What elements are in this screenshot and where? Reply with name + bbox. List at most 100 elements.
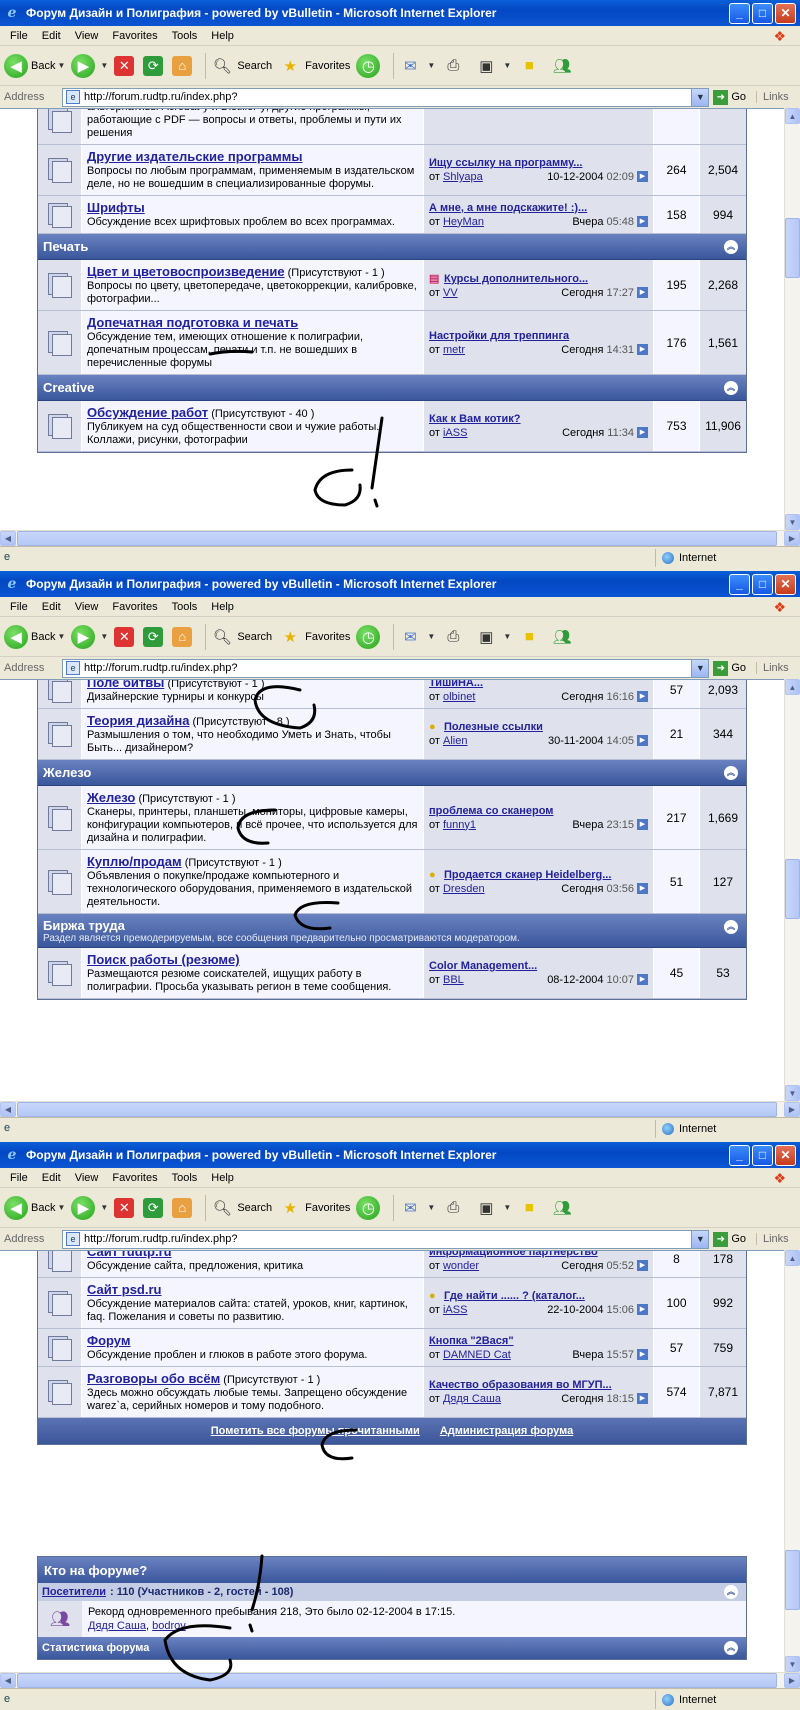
home-button[interactable]: ⌂ — [172, 55, 195, 76]
last-post-author[interactable]: metr — [443, 344, 465, 356]
menu-item[interactable]: View — [75, 601, 99, 613]
forward-button[interactable]: ▶ ▼ — [71, 53, 108, 78]
forum-title-link[interactable]: Разговоры обо всём — [87, 1371, 220, 1386]
discuss-button[interactable]: ■ — [517, 54, 544, 78]
discuss-button[interactable]: ■ — [517, 625, 544, 649]
window-title-bar[interactable]: e Форум Дизайн и Полиграфия - powered by… — [0, 1142, 800, 1168]
last-post-author[interactable]: VV — [443, 287, 458, 299]
window-title-bar[interactable]: e Форум Дизайн и Полиграфия - powered by… — [0, 571, 800, 597]
scroll-right-icon[interactable]: ▶ — [784, 1673, 800, 1688]
menu-item[interactable]: Favorites — [112, 30, 157, 42]
chevron-down-icon[interactable]: ▼ — [57, 61, 65, 70]
forum-title-link[interactable]: Сайт rudtp.ru — [87, 1251, 172, 1259]
favorites-button[interactable]: ★ Favorites — [278, 1196, 350, 1220]
stop-button[interactable]: ✕ — [114, 626, 137, 647]
last-post-author[interactable]: iASS — [443, 427, 467, 439]
scroll-right-icon[interactable]: ▶ — [784, 531, 800, 546]
address-dropdown-icon[interactable]: ▼ — [691, 659, 709, 677]
collapse-icon[interactable]: ︽ — [724, 920, 738, 934]
scroll-up-icon[interactable]: ▲ — [785, 1250, 800, 1266]
chevron-down-icon[interactable]: ▼ — [427, 632, 435, 641]
search-button[interactable]: 🔍︎ Search — [210, 1196, 272, 1220]
go-to-last-post-icon[interactable]: ▶ — [637, 690, 648, 702]
go-to-last-post-icon[interactable]: ▶ — [637, 1393, 648, 1404]
scroll-down-icon[interactable]: ▼ — [785, 1085, 800, 1101]
forward-button[interactable]: ▶ ▼ — [71, 624, 108, 649]
last-post-author[interactable]: DAMNED Cat — [443, 1349, 511, 1361]
stop-button[interactable]: ✕ — [114, 1197, 137, 1218]
menu-item[interactable]: Help — [211, 30, 234, 42]
links-button[interactable]: Links — [756, 91, 796, 103]
maximize-button[interactable]: □ — [752, 1144, 773, 1166]
print-button[interactable]: ⎙ — [441, 1196, 468, 1220]
messenger-button[interactable]: 👥︎ — [550, 1196, 577, 1220]
menu-item[interactable]: Favorites — [112, 1172, 157, 1184]
back-button[interactable]: ◀ Back ▼ — [4, 1195, 65, 1220]
go-to-last-post-icon[interactable]: ▶ — [637, 882, 648, 894]
go-to-last-post-icon[interactable]: ▶ — [637, 343, 648, 355]
collapse-icon[interactable]: ︽ — [724, 1585, 738, 1599]
maximize-button[interactable]: □ — [752, 2, 773, 24]
forum-title-link[interactable]: Теория дизайна — [87, 713, 189, 728]
menu-item[interactable]: Edit — [42, 30, 61, 42]
go-button[interactable]: ➜ Go — [713, 1231, 746, 1247]
scroll-thumb[interactable] — [17, 531, 777, 546]
go-to-last-post-icon[interactable]: ▶ — [637, 974, 648, 985]
mail-button[interactable]: ✉ ▼ — [398, 54, 435, 78]
edit-button[interactable]: ▣ ▼ — [474, 625, 511, 649]
last-post-author[interactable]: HeyMan — [443, 216, 484, 228]
links-button[interactable]: Links — [756, 1233, 796, 1245]
collapse-icon[interactable]: ︽ — [724, 240, 738, 254]
forum-title-link[interactable]: Сайт psd.ru — [87, 1282, 161, 1297]
edit-button[interactable]: ▣ ▼ — [474, 54, 511, 78]
scroll-right-icon[interactable]: ▶ — [784, 1102, 800, 1117]
links-button[interactable]: Links — [756, 662, 796, 674]
history-button[interactable]: ◷ — [356, 53, 383, 78]
scroll-down-icon[interactable]: ▼ — [785, 1656, 800, 1672]
address-dropdown-icon[interactable]: ▼ — [691, 1230, 709, 1248]
go-to-last-post-icon[interactable]: ▶ — [637, 818, 648, 830]
minimize-button[interactable]: _ — [729, 573, 750, 595]
collapse-icon[interactable]: ︽ — [724, 766, 738, 780]
menu-item[interactable]: Help — [211, 1172, 234, 1184]
address-dropdown-icon[interactable]: ▼ — [691, 88, 709, 106]
chevron-down-icon[interactable]: ▼ — [100, 1203, 108, 1212]
horizontal-scrollbar[interactable]: ◀ ▶ — [0, 1672, 800, 1688]
forum-title-link[interactable]: Шрифты — [87, 200, 145, 215]
visitors-link[interactable]: Посетители — [42, 1586, 106, 1598]
online-user-link[interactable]: Дядя Саша — [88, 1620, 146, 1632]
history-button[interactable]: ◷ — [356, 1195, 383, 1220]
last-post-title[interactable]: ▤ Курсы дополнительного... — [429, 272, 648, 285]
collapse-icon[interactable]: ︽ — [724, 381, 738, 395]
close-button[interactable]: ✕ — [775, 2, 796, 24]
forum-admin-link[interactable]: Администрация форума — [440, 1425, 573, 1437]
menu-item[interactable]: Tools — [172, 601, 198, 613]
go-button[interactable]: ➜ Go — [713, 89, 746, 105]
scroll-thumb[interactable] — [785, 218, 800, 278]
messenger-button[interactable]: 👥︎ — [550, 54, 577, 78]
last-post-title[interactable]: ● Где найти ...... ? (каталог... — [429, 1290, 648, 1302]
scroll-left-icon[interactable]: ◀ — [0, 1102, 16, 1117]
online-user-link[interactable]: bodrov — [152, 1620, 186, 1632]
refresh-button[interactable]: ⟳ — [143, 1197, 166, 1218]
category-header[interactable]: Creative ︽ — [38, 375, 746, 401]
go-to-last-post-icon[interactable]: ▶ — [637, 1304, 648, 1315]
last-post-author[interactable]: Alien — [443, 735, 467, 747]
chevron-down-icon[interactable]: ▼ — [427, 61, 435, 70]
address-input[interactable]: e http://forum.rudtp.ru/index.php? ▼ — [62, 1229, 710, 1249]
go-to-last-post-icon[interactable]: ▶ — [637, 171, 648, 182]
address-input[interactable]: e http://forum.rudtp.ru/index.php? ▼ — [62, 87, 710, 107]
messenger-button[interactable]: 👥︎ — [550, 625, 577, 649]
forum-title-link[interactable]: Поле битвы — [87, 680, 164, 690]
last-post-title[interactable]: Кнопка "2Вася" — [429, 1335, 648, 1347]
address-input[interactable]: e http://forum.rudtp.ru/index.php? ▼ — [62, 658, 710, 678]
edit-button[interactable]: ▣ ▼ — [474, 1196, 511, 1220]
menu-item[interactable]: File — [10, 1172, 28, 1184]
category-header[interactable]: Печать ︽ — [38, 234, 746, 260]
last-post-author[interactable]: Дядя Саша — [443, 1393, 501, 1405]
favorites-button[interactable]: ★ Favorites — [278, 625, 350, 649]
minimize-button[interactable]: _ — [729, 2, 750, 24]
chevron-down-icon[interactable]: ▼ — [503, 632, 511, 641]
scroll-up-icon[interactable]: ▲ — [785, 108, 800, 124]
last-post-author[interactable]: BBL — [443, 974, 464, 986]
